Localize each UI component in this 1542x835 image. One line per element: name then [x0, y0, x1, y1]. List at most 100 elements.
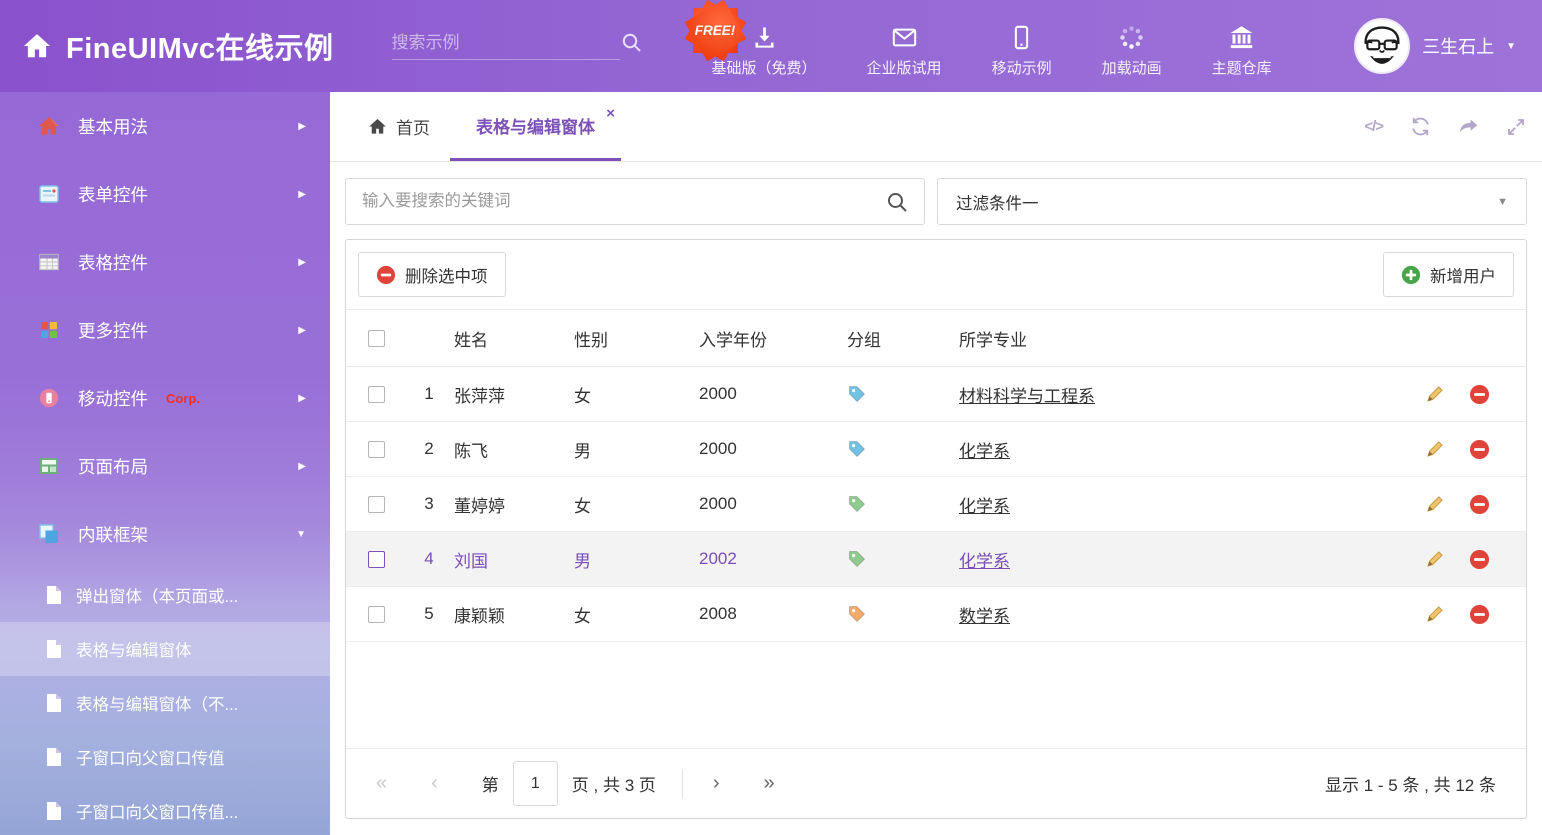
table-row[interactable]: 4 刘国 男 2002 化学系 [346, 532, 1526, 587]
table-row[interactable]: 2 陈飞 男 2000 化学系 [346, 422, 1526, 477]
row-checkbox[interactable] [368, 606, 385, 623]
envelope-icon [891, 24, 918, 51]
row-year: 2000 [699, 439, 847, 459]
tab-home[interactable]: 首页 [348, 92, 450, 161]
edit-icon[interactable] [1425, 604, 1445, 624]
row-major: 化学系 [959, 492, 1396, 517]
row-index: 3 [404, 494, 454, 514]
delete-selected-label: 删除选中项 [405, 263, 488, 287]
row-checkbox[interactable] [368, 386, 385, 403]
row-name: 康颖颖 [454, 602, 574, 627]
col-name: 姓名 [454, 326, 574, 351]
table-row[interactable]: 3 董婷婷 女 2000 化学系 [346, 477, 1526, 532]
filter-dropdown[interactable]: 过滤条件一 ▼ [937, 178, 1527, 225]
row-year: 2000 [699, 494, 847, 514]
delete-icon[interactable] [1469, 604, 1490, 625]
tab-label: 首页 [396, 114, 430, 139]
row-name: 陈飞 [454, 437, 574, 462]
chevron-down-icon: ▼ [296, 529, 306, 540]
refresh-icon[interactable] [1410, 116, 1431, 137]
row-year: 2000 [699, 384, 847, 404]
row-checkbox[interactable] [368, 441, 385, 458]
nav-basic-edition[interactable]: 基础版（免费） [712, 24, 817, 78]
edit-icon[interactable] [1425, 549, 1445, 569]
file-icon [46, 639, 62, 659]
nav-enterprise-trial[interactable]: 企业版试用 [867, 24, 942, 78]
sidebar-subitem-grid-edit-window-2[interactable]: 表格与编辑窗体（不... [0, 676, 330, 730]
sidebar-subitem-grid-edit-window[interactable]: 表格与编辑窗体 [0, 622, 330, 676]
code-icon[interactable]: </> [1364, 118, 1383, 135]
table-header: 姓名 性别 入学年份 分组 所学专业 [346, 309, 1526, 367]
brand[interactable]: FineUIMvc在线示例 [0, 25, 334, 67]
first-page-button[interactable]: « [376, 772, 387, 795]
row-actions [1396, 384, 1526, 405]
sidebar-item-label: 移动控件 [78, 386, 148, 411]
sidebar-item-grid-controls[interactable]: 表格控件 ▶ [0, 228, 330, 296]
sidebar-item-basic-usage[interactable]: 基本用法 ▶ [0, 92, 330, 160]
edit-icon[interactable] [1425, 439, 1445, 459]
table-row[interactable]: 5 康颖颖 女 2008 数学系 [346, 587, 1526, 642]
next-page-button[interactable]: › [713, 772, 720, 795]
sidebar-subitem-child-to-parent[interactable]: 子窗口向父窗口传值 [0, 730, 330, 784]
tag-icon [847, 549, 867, 569]
mobile-icon [1008, 24, 1035, 51]
sidebar-item-iframe[interactable]: 内联框架 ▼ [0, 500, 330, 568]
sidebar-subitem-child-to-parent-2[interactable]: 子窗口向父窗口传值... [0, 784, 330, 835]
body-wrap: 基本用法 ▶ 表单控件 ▶ 表格控件 ▶ 更多 [0, 92, 1542, 835]
keyword-search-input[interactable] [362, 192, 886, 211]
nav-loading-animation[interactable]: 加载动画 [1102, 24, 1162, 78]
edit-icon[interactable] [1425, 384, 1445, 404]
add-user-label: 新增用户 [1430, 263, 1496, 287]
search-icon[interactable] [886, 191, 908, 213]
sidebar-subitem-popup-window[interactable]: 弹出窗体（本页面或... [0, 568, 330, 622]
sidebar-item-mobile-controls[interactable]: 移动控件 Corp. ▶ [0, 364, 330, 432]
sidebar-item-label: 表格控件 [78, 250, 148, 275]
avatar[interactable] [1354, 18, 1410, 74]
nav-theme-store[interactable]: 主题仓库 [1212, 24, 1272, 78]
user-name: 三生石上 [1422, 33, 1494, 59]
file-icon [46, 747, 62, 767]
bank-icon [1228, 24, 1255, 51]
search-icon[interactable] [621, 32, 642, 53]
sidebar-item-label: 更多控件 [78, 318, 148, 343]
sidebar-item-more-controls[interactable]: 更多控件 ▶ [0, 296, 330, 364]
page-number-input[interactable] [513, 761, 558, 806]
nav-label: 基础版（免费） [712, 57, 817, 78]
major-link[interactable]: 化学系 [959, 552, 1010, 571]
sidebar-item-label: 页面布局 [78, 454, 148, 479]
delete-icon[interactable] [1469, 384, 1490, 405]
delete-icon[interactable] [1469, 549, 1490, 570]
add-user-button[interactable]: 新增用户 [1383, 252, 1514, 297]
major-link[interactable]: 化学系 [959, 497, 1010, 516]
share-icon[interactable] [1458, 116, 1479, 137]
row-checkbox[interactable] [368, 496, 385, 513]
major-link[interactable]: 数学系 [959, 607, 1010, 626]
edit-icon[interactable] [1425, 494, 1445, 514]
sidebar-item-page-layout[interactable]: 页面布局 ▶ [0, 432, 330, 500]
chevron-right-icon: ▶ [298, 189, 306, 200]
prev-page-button[interactable]: ‹ [431, 772, 438, 795]
user-menu[interactable]: 三生石上 ▼ [1354, 18, 1542, 74]
row-gender: 男 [574, 437, 699, 462]
nav-label: 移动示例 [992, 57, 1052, 78]
filter-row: 过滤条件一 ▼ [345, 178, 1527, 225]
major-link[interactable]: 化学系 [959, 442, 1010, 461]
delete-selected-button[interactable]: 删除选中项 [358, 252, 506, 297]
row-major: 化学系 [959, 547, 1396, 572]
table-row[interactable]: 1 张萍萍 女 2000 材料科学与工程系 [346, 367, 1526, 422]
tab-grid-edit-window[interactable]: 表格与编辑窗体 × [450, 92, 621, 161]
expand-icon[interactable] [1506, 117, 1526, 137]
major-link[interactable]: 材料科学与工程系 [959, 387, 1095, 406]
last-page-button[interactable]: » [764, 772, 775, 795]
grid-panel: 删除选中项 新增用户 姓名 性别 [345, 239, 1527, 819]
row-checkbox[interactable] [368, 551, 385, 568]
delete-icon[interactable] [1469, 494, 1490, 515]
close-icon[interactable]: × [606, 105, 615, 122]
select-all-checkbox[interactable] [368, 330, 385, 347]
nav-mobile-demo[interactable]: 移动示例 [992, 24, 1052, 78]
header-search-input[interactable] [392, 33, 613, 53]
delete-icon[interactable] [1469, 439, 1490, 460]
header-nav: 基础版（免费） 企业版试用 移动示例 加载动画 [712, 24, 1272, 78]
col-gender: 性别 [574, 326, 699, 351]
sidebar-item-form-controls[interactable]: 表单控件 ▶ [0, 160, 330, 228]
